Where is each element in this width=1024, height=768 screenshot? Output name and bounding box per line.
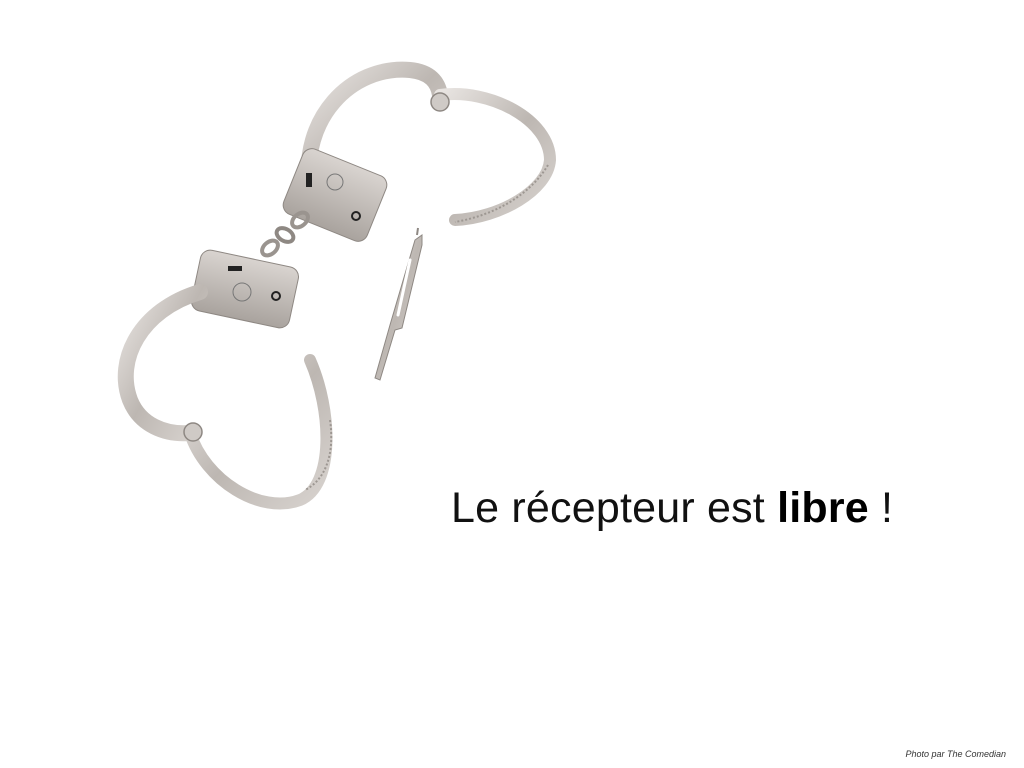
photo-credit: Photo par The Comedian [905, 749, 1006, 759]
headline-text: Le récepteur est [451, 484, 778, 532]
handcuffs-icon [117, 61, 557, 510]
headline-emphasis: libre [777, 484, 869, 532]
headline: Le récepteur est libre ! [451, 484, 893, 533]
slide: Le récepteur est libre ! Photo par The C… [0, 0, 1024, 768]
headline-end: ! [868, 484, 894, 532]
upper-cuff [282, 61, 557, 242]
lower-cuff [117, 249, 333, 510]
key-icon [374, 227, 423, 381]
